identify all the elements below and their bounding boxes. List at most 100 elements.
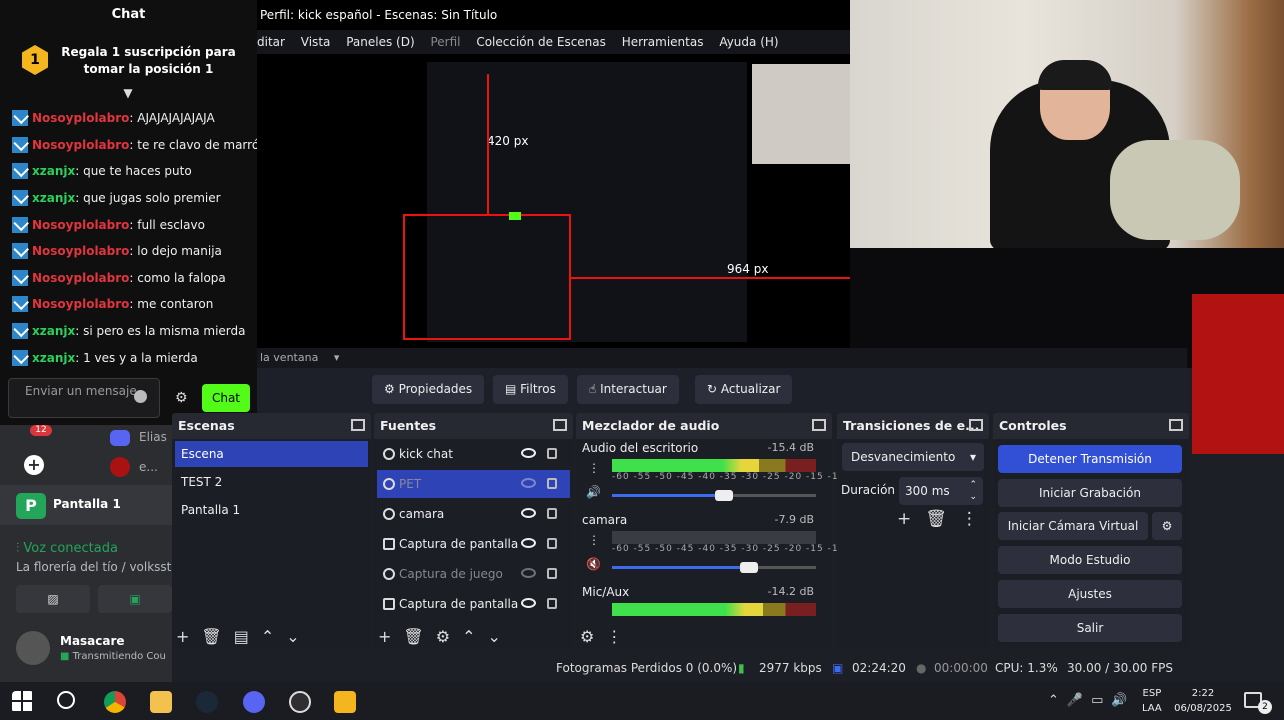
properties-button[interactable]: ⚙ Propiedades <box>372 375 485 404</box>
menu-edit[interactable]: ditar <box>257 35 285 49</box>
trash-icon[interactable]: 🗑 <box>403 627 435 646</box>
dm-user[interactable]: e... <box>139 460 158 474</box>
menu-dots-icon[interactable]: ⋮ <box>588 533 600 547</box>
clock[interactable]: 2:22 06/08/2025 <box>1172 686 1234 716</box>
lock-icon[interactable] <box>547 568 557 579</box>
undock-icon[interactable] <box>351 419 365 431</box>
gear-icon[interactable]: ⚙ <box>175 390 188 406</box>
undock-icon[interactable] <box>969 419 983 431</box>
trash-icon[interactable]: 🗑 <box>201 627 233 646</box>
lock-icon[interactable] <box>547 598 557 609</box>
source-item[interactable]: Captura de juego <box>377 560 570 588</box>
emoji-icon[interactable] <box>134 390 147 403</box>
search-icon[interactable] <box>57 691 75 709</box>
eye-icon[interactable] <box>521 598 536 608</box>
lock-icon[interactable] <box>547 508 557 519</box>
filter-icon[interactable]: ▤ <box>234 627 261 646</box>
menu-view[interactable]: Vista <box>301 35 331 49</box>
trash-icon[interactable]: 🗑 <box>925 509 961 529</box>
menu-docks[interactable]: Paneles (D) <box>346 35 414 49</box>
menu-dots-icon[interactable]: ⋮ <box>961 509 992 529</box>
volume-icon[interactable]: 🔊 <box>1111 693 1135 708</box>
menu-tools[interactable]: Herramientas <box>622 35 704 49</box>
chevron-down-icon[interactable]: ▾ <box>334 351 340 364</box>
chevron-down-icon[interactable]: ▼ <box>120 86 136 100</box>
network-icon[interactable]: ▭ <box>1091 693 1111 708</box>
volume-meter <box>612 531 816 544</box>
source-item[interactable]: Captura de pantalla <box>377 590 570 618</box>
up-icon[interactable]: ⌃ <box>261 627 286 646</box>
scene-item[interactable]: TEST 2 <box>175 469 368 495</box>
virtual-camera-settings-button[interactable]: ⚙ <box>1152 512 1182 540</box>
app-icon[interactable] <box>334 691 356 713</box>
eye-off-icon[interactable] <box>521 568 536 578</box>
studio-mode-button[interactable]: Modo Estudio <box>998 546 1182 574</box>
eye-icon[interactable] <box>521 448 536 458</box>
discord-icon[interactable] <box>243 691 265 713</box>
refresh-button[interactable]: ↻ Actualizar <box>695 375 793 404</box>
interact-button[interactable]: ☝ Interactuar <box>577 375 679 404</box>
volume-slider[interactable] <box>612 490 816 501</box>
duration-spinbox[interactable]: 300 ms ⌃ ⌄ <box>899 477 983 505</box>
filters-button[interactable]: ▤ Filtros <box>493 375 568 404</box>
voice-channel[interactable]: La florería del tío / volkssturm <box>16 560 172 574</box>
settings-button[interactable]: Ajustes <box>998 580 1182 608</box>
screen-share-button[interactable]: ▣ <box>98 585 172 613</box>
menu-dots-icon[interactable]: ⋮ <box>606 627 634 646</box>
speaker-icon[interactable]: 🔊 <box>586 485 601 499</box>
transitions-dock: Transiciones de e... Desvanecimiento ▾ Du… <box>837 413 989 650</box>
scene-item[interactable]: Escena <box>175 441 368 467</box>
volume-slider[interactable] <box>612 562 816 573</box>
lock-icon[interactable] <box>547 448 557 459</box>
eye-icon[interactable] <box>521 538 536 548</box>
transition-select[interactable]: Desvanecimiento ▾ <box>842 443 984 471</box>
menu-help[interactable]: Ayuda (H) <box>719 35 778 49</box>
chrome-icon[interactable] <box>104 691 126 713</box>
microphone-icon[interactable]: 🎤 <box>1067 693 1091 708</box>
source-item[interactable]: kick chat <box>377 440 570 468</box>
chevron-up-icon[interactable]: ⌃ <box>1048 693 1067 708</box>
gear-icon[interactable]: ⚙ <box>436 627 462 646</box>
add-server-icon[interactable]: + <box>24 455 44 475</box>
start-recording-button[interactable]: Iniciar Grabación <box>998 479 1182 507</box>
speaker-muted-icon[interactable]: 🔇 <box>586 557 601 571</box>
undock-icon[interactable] <box>1169 419 1183 431</box>
down-icon[interactable]: ⌄ <box>487 627 512 646</box>
add-icon[interactable]: + <box>897 509 925 529</box>
source-item[interactable]: PET <box>377 470 570 498</box>
lock-icon[interactable] <box>547 538 557 549</box>
file-explorer-icon[interactable] <box>150 691 172 713</box>
steam-icon[interactable] <box>196 691 218 713</box>
stream-title[interactable]: Pantalla 1 <box>53 497 121 511</box>
menu-dots-icon[interactable]: ⋮ <box>588 461 600 475</box>
chat-send-button[interactable]: Chat <box>202 384 250 412</box>
source-item[interactable]: camara <box>377 500 570 528</box>
dm-user[interactable]: Elias <box>139 430 167 444</box>
eye-off-icon[interactable] <box>521 478 536 488</box>
gift-subscription-banner[interactable]: Regala 1 suscripción para tomar la posic… <box>56 44 241 78</box>
menu-profile[interactable]: Perfil <box>430 35 460 49</box>
undock-icon[interactable] <box>812 419 826 431</box>
language-indicator[interactable]: ESP LAA <box>1142 686 1162 716</box>
undock-icon[interactable] <box>553 419 567 431</box>
stop-streaming-button[interactable]: Detener Transmisión <box>998 445 1182 473</box>
up-icon[interactable]: ⌃ <box>462 627 487 646</box>
spinner-icon[interactable]: ⌃ ⌄ <box>969 479 977 503</box>
avatar <box>16 631 50 665</box>
stop-video-button[interactable]: ▨ <box>16 585 90 613</box>
start-virtual-camera-button[interactable]: Iniciar Cámara Virtual <box>998 512 1148 540</box>
lock-icon[interactable] <box>547 478 557 489</box>
eye-icon[interactable] <box>521 508 536 518</box>
add-icon[interactable]: + <box>176 627 201 646</box>
source-item[interactable]: Captura de pantalla <box>377 530 570 558</box>
scene-item[interactable]: Pantalla 1 <box>175 497 368 523</box>
badge-icon <box>12 190 28 207</box>
down-icon[interactable]: ⌄ <box>286 627 311 646</box>
windows-start-icon[interactable] <box>12 691 34 713</box>
exit-button[interactable]: Salir <box>998 614 1182 642</box>
obs-icon[interactable] <box>289 691 311 713</box>
gear-icon[interactable]: ⚙ <box>580 627 606 646</box>
add-icon[interactable]: + <box>378 627 403 646</box>
menu-scene-collection[interactable]: Colección de Escenas <box>476 35 606 49</box>
obs-preview[interactable]: 420 px 964 px <box>257 54 921 348</box>
